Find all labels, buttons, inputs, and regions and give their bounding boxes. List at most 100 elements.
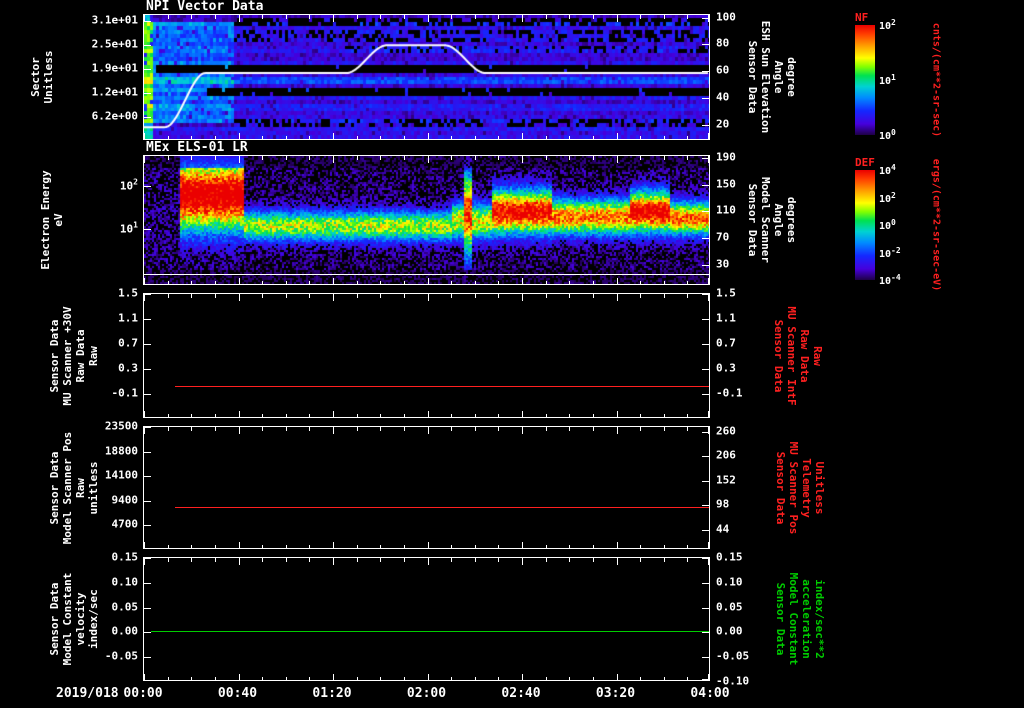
- y-major-tick-right: [702, 456, 709, 458]
- right-tick-label-els: 110: [716, 203, 736, 217]
- right-axis-label-npi-line: ESH Sun Elevation: [759, 20, 772, 134]
- x-major-tick: [427, 674, 429, 681]
- left-tick-label-model-constant: 0.05: [111, 600, 139, 614]
- right-tick-label-mu-scanner-30v: 1.1: [716, 311, 736, 325]
- right-axis-label-model-constant-line: Sensor Data: [774, 582, 787, 656]
- x-major-tick: [333, 278, 334, 285]
- x-minor-tick: [451, 677, 453, 681]
- x-minor-tick: [167, 294, 169, 298]
- left-axis-label-npi-line: Unitless: [42, 50, 55, 104]
- data-line-model-constant: [151, 631, 709, 632]
- x-major-tick: [708, 427, 709, 434]
- x-minor-tick: [592, 294, 594, 298]
- y-major-tick-left: [144, 116, 151, 118]
- x-minor-tick: [545, 677, 547, 681]
- x-major-tick: [708, 411, 709, 418]
- x-major-tick: [427, 156, 429, 163]
- left-tick-label-model-scanner-pos: 23500: [104, 419, 138, 433]
- left-axis-label-mu-scanner-30v: Sensor Data MU Scanner +30V Raw Data Raw: [48, 306, 100, 405]
- x-major-tick: [427, 278, 429, 285]
- right-axis-label-els-line: Angle: [772, 203, 785, 237]
- left-tick-label-npi: 2.5e+01: [91, 37, 138, 51]
- x-minor-tick: [262, 15, 264, 19]
- x-minor-tick: [569, 545, 571, 549]
- y-major-tick-left: [144, 427, 151, 428]
- colorbar-tick-label: 100: [879, 128, 896, 142]
- right-tick-label-model-constant: -0.05: [716, 649, 750, 663]
- x-minor-tick: [569, 281, 571, 285]
- left-tick-label-mu-scanner-30v: 0.7: [118, 336, 138, 350]
- right-axis-label-mu-scanner-30v-line: Sensor Data: [772, 319, 785, 392]
- left-tick-label-model-constant: 0.00: [111, 624, 139, 638]
- x-minor-tick: [262, 414, 264, 418]
- colorbar-tick-label-exponent: -2: [891, 245, 901, 255]
- right-tick-label-model-constant: 0.15: [716, 550, 743, 564]
- panel-model-scanner-pos: [143, 426, 710, 549]
- panel-title-npi: NPI Vector Data: [146, 0, 264, 14]
- x-minor-tick: [356, 677, 358, 681]
- left-axis-label-model-constant-line: velocity: [74, 592, 87, 646]
- x-minor-tick: [592, 545, 594, 549]
- colorbar-tick-label-base: 10: [879, 131, 892, 143]
- y-major-tick-right: [702, 657, 709, 659]
- x-minor-tick: [380, 545, 382, 549]
- x-major-tick: [616, 411, 618, 418]
- x-minor-tick: [545, 156, 547, 160]
- x-minor-tick: [569, 136, 571, 140]
- x-major-tick: [238, 427, 240, 434]
- x-minor-tick: [640, 156, 642, 160]
- left-tick-label-mu-scanner-30v: -0.1: [111, 386, 139, 400]
- x-minor-tick: [403, 558, 405, 562]
- right-tick-label-model-constant: 0.00: [716, 624, 743, 638]
- x-minor-tick: [498, 427, 500, 431]
- x-minor-tick: [640, 677, 642, 681]
- x-minor-tick: [380, 156, 382, 160]
- x-minor-tick: [592, 15, 594, 19]
- y-major-tick-right: [702, 238, 709, 239]
- x-major-tick: [238, 558, 240, 565]
- right-axis-label-els-line: Model Scanner: [759, 176, 772, 264]
- colorbar-tick-label-base: 10: [879, 221, 892, 233]
- y-major-tick-right: [702, 394, 709, 395]
- x-minor-tick: [498, 414, 500, 418]
- x-major-tick: [238, 411, 240, 418]
- right-tick-label-model-scanner-pos: 152: [716, 473, 736, 487]
- x-major-tick: [144, 427, 145, 434]
- x-axis-tick-label: 02:00: [406, 686, 447, 701]
- x-minor-tick: [592, 156, 594, 160]
- left-tick-label-model-constant: 0.15: [111, 550, 139, 564]
- left-tick-label-model-scanner-pos: 9400: [111, 493, 139, 507]
- x-minor-tick: [191, 414, 193, 418]
- x-minor-tick: [687, 427, 689, 431]
- spectrogram-canvas-npi: [144, 15, 709, 139]
- x-minor-tick: [687, 545, 689, 549]
- right-axis-label-model-scanner-pos-line: MU Scanner Pos: [787, 441, 800, 534]
- x-major-tick: [616, 133, 618, 140]
- right-tick-label-npi: 100: [716, 10, 736, 24]
- spacecraft-potential-line: [144, 274, 709, 275]
- left-tick-label-model-constant: -0.05: [104, 649, 138, 663]
- x-major-tick: [333, 133, 334, 140]
- data-line-mu-scanner-30v: [175, 386, 709, 387]
- x-minor-tick: [498, 15, 500, 19]
- y-major-tick-left: [144, 369, 151, 370]
- y-major-tick-right: [702, 264, 709, 266]
- left-tick-label-els-base: 10: [119, 179, 134, 193]
- x-minor-tick: [214, 15, 216, 19]
- x-minor-tick: [380, 294, 382, 298]
- x-minor-tick: [309, 294, 311, 298]
- left-axis-label-model-scanner-pos: Sensor Data Model Scanner Pos Raw unitless: [48, 431, 100, 544]
- y-major-tick-right: [702, 582, 709, 584]
- x-minor-tick: [403, 414, 405, 418]
- x-minor-tick: [451, 136, 453, 140]
- y-major-tick-right: [702, 480, 709, 482]
- colorbar-tick-label: 10-4: [879, 273, 901, 287]
- y-major-tick-right: [702, 632, 709, 634]
- x-minor-tick: [640, 15, 642, 19]
- x-major-tick: [333, 294, 334, 301]
- left-tick-label-els-exponent: 2: [133, 177, 138, 187]
- right-tick-label-els: 30: [716, 257, 730, 271]
- y-major-tick-right: [702, 607, 709, 609]
- x-minor-tick: [545, 15, 547, 19]
- x-major-tick: [333, 427, 334, 434]
